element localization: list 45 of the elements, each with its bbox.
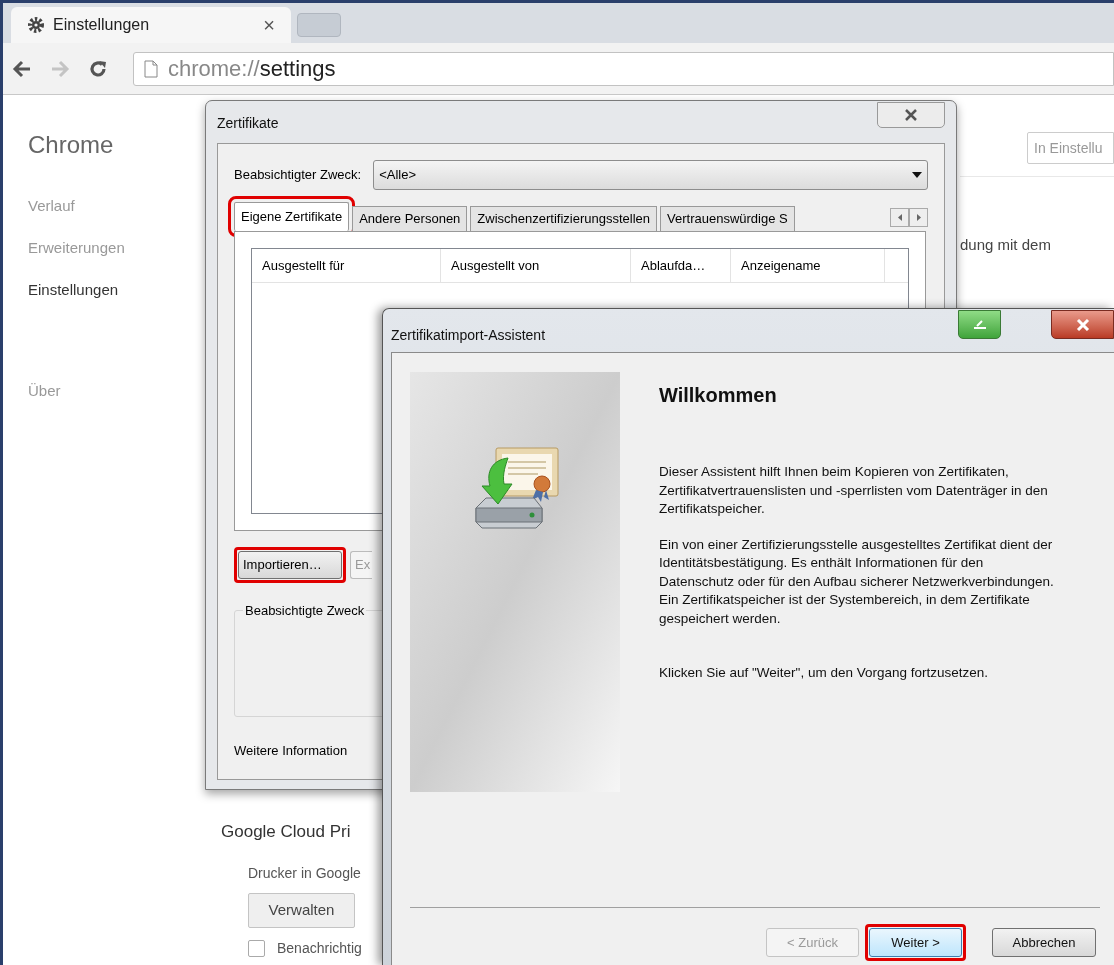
checkbox-label: Benachrichtig bbox=[277, 938, 362, 958]
close-icon bbox=[1075, 318, 1090, 331]
checkbox[interactable] bbox=[248, 939, 265, 957]
wizard-paragraph: Klicken Sie auf "Weiter", um den Vorgang fortzusetzen. bbox=[659, 664, 989, 682]
more-info-link[interactable]: Weitere Information bbox=[234, 741, 348, 761]
tab[interactable]: Andere Personen bbox=[352, 206, 468, 231]
close-icon bbox=[904, 109, 918, 121]
purpose-label: Beabsichtigter Zweck: bbox=[234, 166, 362, 185]
minimize-button[interactable] bbox=[958, 310, 1001, 339]
left-arrow-icon bbox=[897, 214, 902, 221]
section-text: Drucker in Google bbox=[248, 863, 361, 883]
settings-text: dung mit dem bbox=[960, 236, 1051, 253]
wizard-paragraph: Ein von einer Zertifizierungsstelle ausgestelltes Zertifikat dient der Identitätsbestätigung. Es enthält Informationen für den Datenschutz oder für den Aufbau sicherer Netzwerkverbindungen. Ein Zertifikatspeicher ist der Systembereich, in dem Zertifikate gespeichert werden. bbox=[659, 535, 1055, 628]
section-heading: Google Cloud Pri bbox=[221, 821, 351, 843]
tab-scroll-right-button[interactable] bbox=[909, 208, 928, 227]
column-header[interactable]: Ablaufda… bbox=[631, 249, 731, 282]
wizard-heading: Willkommen bbox=[659, 383, 778, 408]
settings-icon bbox=[27, 16, 45, 34]
manage-button[interactable]: Verwalten bbox=[248, 892, 355, 928]
close-button[interactable] bbox=[1051, 310, 1114, 339]
wizard-title: Zertifikatimport-Assistent bbox=[391, 326, 547, 345]
column-header[interactable]: Anzeigename bbox=[731, 249, 885, 282]
address-url: chrome://settings bbox=[168, 55, 336, 83]
sidebar-item[interactable]: Einstellungen bbox=[28, 279, 208, 301]
purpose-dropdown[interactable]: <Alle> bbox=[373, 160, 928, 190]
column-header[interactable]: Ausgestellt für bbox=[252, 249, 441, 282]
next-button[interactable]: Weiter > bbox=[869, 928, 962, 957]
import-button[interactable]: Importieren… bbox=[238, 551, 342, 579]
wizard-paragraph: Dieser Assistent hilft Ihnen beim Kopieren von Zertifikaten, Zertifikatvertrauenslisten und -sperrlisten vom Datenträger in den Zertifikatspeicher. bbox=[659, 463, 1049, 518]
tab-close-button[interactable]: × bbox=[263, 10, 275, 40]
address-bar[interactable]: chrome://settings bbox=[133, 51, 1114, 86]
right-arrow-icon bbox=[916, 214, 921, 221]
tab[interactable]: Vertrauenswürdige S bbox=[660, 206, 795, 231]
tab-scroll-left-button[interactable] bbox=[890, 208, 909, 227]
minimize-icon bbox=[971, 319, 988, 330]
browser-tab[interactable]: Einstellungen × bbox=[11, 7, 291, 43]
sidebar-title: Chrome bbox=[28, 130, 115, 160]
tab[interactable]: Zwischenzertifizierungsstellen bbox=[470, 206, 658, 231]
cancel-button[interactable]: Abbrechen bbox=[992, 928, 1096, 957]
tab-title: Einstellungen bbox=[53, 15, 151, 35]
dropdown-caret-icon bbox=[912, 172, 922, 178]
dialog-title: Zertifikate bbox=[217, 114, 279, 133]
close-button[interactable] bbox=[877, 102, 945, 128]
page-icon bbox=[144, 59, 158, 78]
column-header[interactable]: Ausgestellt von bbox=[441, 249, 631, 282]
